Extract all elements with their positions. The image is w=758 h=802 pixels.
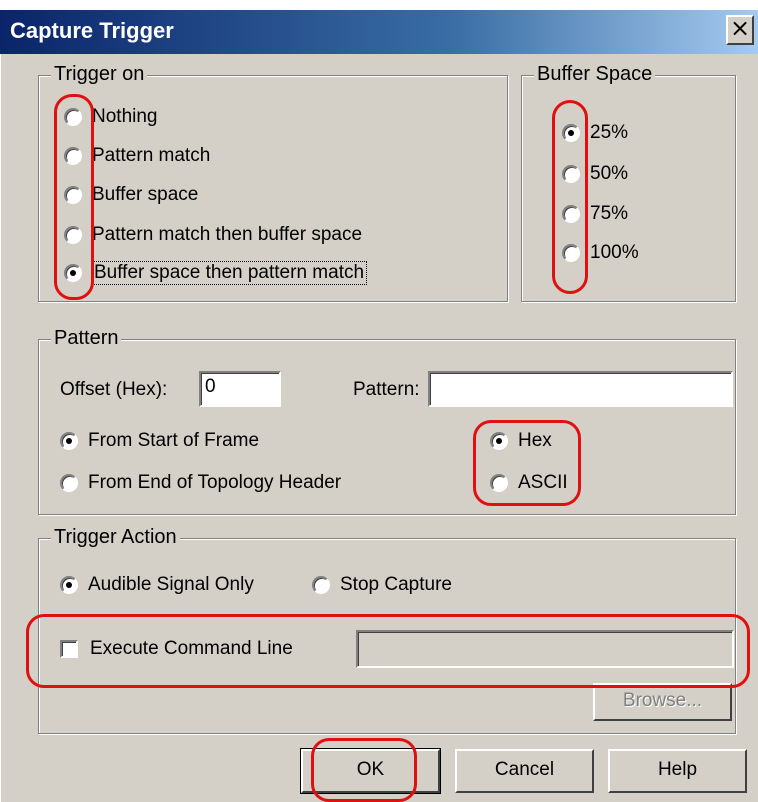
trigger-buffer-then-pattern-radio[interactable]: Buffer space then pattern match [64, 261, 368, 285]
radio-label: From Start of Frame [88, 430, 260, 451]
from-start-radio[interactable]: From Start of Frame [60, 430, 259, 452]
radio-button[interactable] [562, 124, 580, 142]
buffer-75-radio[interactable]: 75% [562, 203, 628, 225]
pattern-input[interactable] [428, 371, 733, 407]
trigger-buffer-space-radio[interactable]: Buffer space [64, 184, 198, 206]
radio-label: Buffer space then pattern match [90, 261, 368, 285]
radio-button[interactable] [562, 165, 580, 183]
dialog-title: Capture Trigger [10, 18, 174, 43]
radio-label: Buffer space [92, 184, 199, 205]
radio-label: 50% [590, 163, 629, 184]
browse-button[interactable]: Browse... [593, 683, 732, 721]
trigger-pattern-match-radio[interactable]: Pattern match [64, 145, 210, 167]
radio-label: Stop Capture [340, 574, 452, 595]
buffer-25-radio[interactable]: 25% [562, 122, 628, 144]
audible-signal-radio[interactable]: Audible Signal Only [60, 574, 254, 596]
radio-label: Nothing [92, 106, 158, 127]
radio-button[interactable] [490, 432, 508, 450]
radio-label: Pattern match [92, 145, 211, 166]
buffer-space-group: Buffer Space [521, 63, 736, 302]
radio-label: 75% [590, 203, 629, 224]
radio-button[interactable] [60, 474, 78, 492]
buffer-space-legend: Buffer Space [534, 63, 656, 86]
radio-button[interactable] [60, 576, 78, 594]
help-button[interactable]: Help [608, 749, 747, 793]
radio-label: 100% [590, 242, 639, 263]
buffer-50-radio[interactable]: 50% [562, 163, 628, 185]
radio-label: Hex [518, 430, 552, 451]
radio-label: 25% [590, 122, 629, 143]
radio-button[interactable] [562, 205, 580, 223]
offset-label: Offset (Hex): [60, 379, 168, 400]
screen-background [0, 0, 758, 10]
execute-command-checkbox[interactable]: Execute Command Line [60, 638, 293, 660]
radio-button[interactable] [64, 108, 82, 126]
radio-button[interactable] [562, 244, 580, 262]
stop-capture-radio[interactable]: Stop Capture [312, 574, 452, 596]
ascii-radio[interactable]: ASCII [490, 472, 568, 494]
trigger-action-legend: Trigger Action [51, 526, 180, 549]
radio-button[interactable] [64, 147, 82, 165]
pattern-label: Pattern: [353, 379, 420, 400]
ok-button[interactable]: OK [300, 748, 441, 794]
from-end-radio[interactable]: From End of Topology Header [60, 472, 341, 494]
checkbox[interactable] [60, 640, 78, 658]
radio-button[interactable] [60, 432, 78, 450]
close-button[interactable]: × [726, 15, 754, 45]
trigger-nothing-radio[interactable]: Nothing [64, 106, 158, 128]
radio-label: ASCII [518, 472, 568, 493]
radio-label: Audible Signal Only [88, 574, 254, 595]
cancel-button[interactable]: Cancel [455, 749, 594, 793]
radio-button[interactable] [64, 226, 82, 244]
trigger-on-legend: Trigger on [51, 63, 148, 86]
command-line-input[interactable] [356, 630, 734, 668]
checkbox-label: Execute Command Line [90, 638, 293, 659]
radio-button[interactable] [64, 186, 82, 204]
pattern-legend: Pattern [51, 327, 122, 350]
radio-button[interactable] [64, 264, 82, 282]
radio-label: Pattern match then buffer space [92, 224, 363, 245]
hex-radio[interactable]: Hex [490, 430, 552, 452]
buffer-100-radio[interactable]: 100% [562, 242, 639, 264]
radio-label: From End of Topology Header [88, 472, 342, 493]
radio-button[interactable] [490, 474, 508, 492]
title-bar[interactable]: Capture Trigger × [0, 10, 758, 54]
radio-button[interactable] [312, 576, 330, 594]
offset-input[interactable]: 0 [199, 371, 281, 407]
close-icon: × [729, 14, 751, 42]
trigger-pattern-then-buffer-radio[interactable]: Pattern match then buffer space [64, 224, 362, 246]
